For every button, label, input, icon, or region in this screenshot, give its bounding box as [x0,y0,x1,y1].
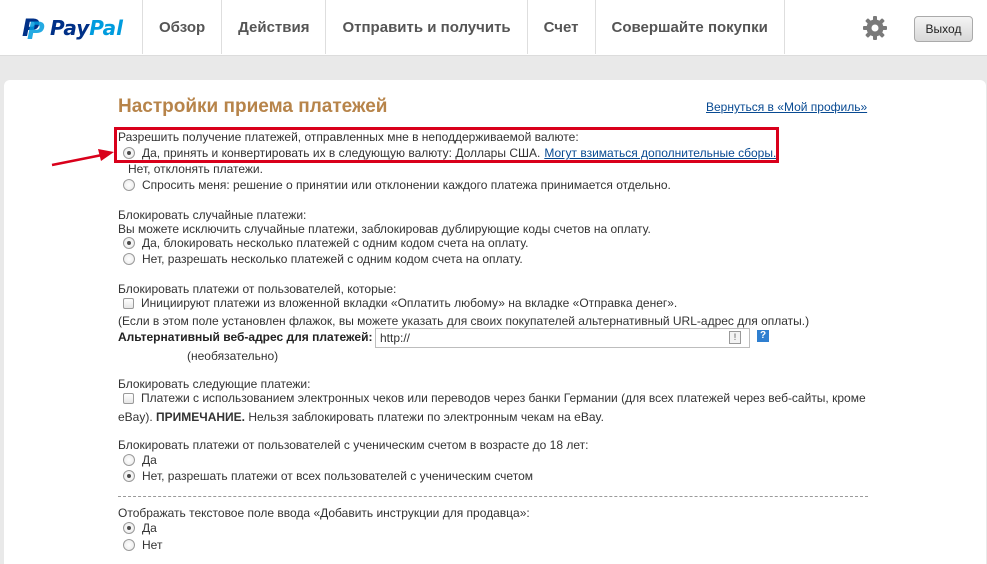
student-option-yes[interactable]: Да [123,453,157,467]
back-to-profile-link[interactable]: Вернуться в «Мой профиль» [706,100,867,114]
duplicates-option-allow[interactable]: Нет, разрешать несколько платежей с одни… [123,252,523,266]
help-icon[interactable]: ? [757,330,769,342]
users-checkbox-label: Инициируют платежи из вложенной вкладки … [141,296,678,310]
duplicates-option-allow-label: Нет, разрешать несколько платежей с одни… [142,252,523,266]
users-note: (Если в этом поле установлен флажок, вы … [118,314,810,328]
echeck-note-bold: ПРИМЕЧАНИЕ. [156,410,246,424]
radio-student-no[interactable] [123,470,135,482]
echeck-note-line: eBay). ПРИМЕЧАНИЕ. Нельзя заблокировать … [118,410,604,424]
alt-url-input[interactable] [375,328,750,348]
duplicates-question: Блокировать случайные платежи: [118,208,307,222]
paypal-wordmark: PayPal [50,16,123,40]
top-navigation-bar: P P PayPal Обзор Действия Отправить и по… [0,0,987,56]
brand-pay: Pay [50,16,90,40]
radio-student-yes[interactable] [123,454,135,466]
radio-ask-me[interactable] [123,179,135,191]
checkbox-pay-anyone[interactable] [123,297,134,309]
student-question: Блокировать платежи от пользователей с у… [118,438,589,452]
echeck-note: Нельзя заблокировать платежи по электрон… [248,410,604,424]
echeck-continuation: eBay). [118,410,153,424]
highlight-box [114,127,779,163]
users-option-pay-anyone[interactable]: Инициируют платежи из вложенной вкладки … [123,296,677,310]
checkbox-echeck[interactable] [123,392,134,404]
instructions-option-no[interactable]: Нет [123,538,162,552]
student-option-no[interactable]: Нет, разрешать платежи от всех пользоват… [123,469,533,483]
nav-send-receive[interactable]: Отправить и получить [325,0,526,54]
input-info-icon: ! [729,331,741,344]
student-option-yes-label: Да [142,453,157,467]
echeck-checkbox-label: Платежи с использованием электронных чек… [141,391,866,405]
echeck-option[interactable]: Платежи с использованием электронных чек… [123,391,866,405]
alt-url-optional: (необязательно) [187,349,279,363]
main-nav: Обзор Действия Отправить и получить Счет… [142,0,785,54]
echeck-question: Блокировать следующие платежи: [118,377,311,391]
instructions-option-yes[interactable]: Да [123,521,157,535]
radio-block-duplicates[interactable] [123,237,135,249]
nav-shopping[interactable]: Совершайте покупки [594,0,785,54]
nav-account[interactable]: Счет [526,0,595,54]
currency-option-reject-label: Нет, отклонять платежи. [128,162,263,176]
paypal-p-icon: P P [22,14,45,45]
logout-button[interactable]: Выход [914,16,973,42]
gear-icon[interactable] [862,15,888,41]
currency-option-reject[interactable]: Нет, отклонять платежи. [128,162,263,176]
radio-instructions-yes[interactable] [123,522,135,534]
brand-pal: Pal [89,16,124,40]
duplicates-option-block[interactable]: Да, блокировать несколько платежей с одн… [123,236,528,250]
page-title: Настройки приема платежей [118,96,388,117]
instructions-option-yes-label: Да [142,521,157,535]
arrow-annotation-icon [51,149,114,167]
alt-url-label: Альтернативный веб-адрес для платежей: [118,330,373,344]
duplicates-option-block-label: Да, блокировать несколько платежей с одн… [142,236,529,250]
radio-instructions-no[interactable] [123,539,135,551]
paypal-logo[interactable]: P P PayPal [22,14,123,45]
radio-allow-duplicates[interactable] [123,253,135,265]
nav-activity[interactable]: Действия [221,0,325,54]
currency-option-ask-label: Спросить меня: решение о принятии или от… [142,178,671,192]
student-option-no-label: Нет, разрешать платежи от всех пользоват… [142,469,533,483]
nav-overview[interactable]: Обзор [142,0,221,54]
users-question: Блокировать платежи от пользователей, ко… [118,282,397,296]
section-divider [118,496,868,497]
instructions-question: Отображать текстовое поле ввода «Добавит… [118,506,530,520]
duplicates-description: Вы можете исключить случайные платежи, з… [118,222,651,236]
currency-option-ask[interactable]: Спросить меня: решение о принятии или от… [123,178,671,192]
instructions-option-no-label: Нет [142,538,163,552]
